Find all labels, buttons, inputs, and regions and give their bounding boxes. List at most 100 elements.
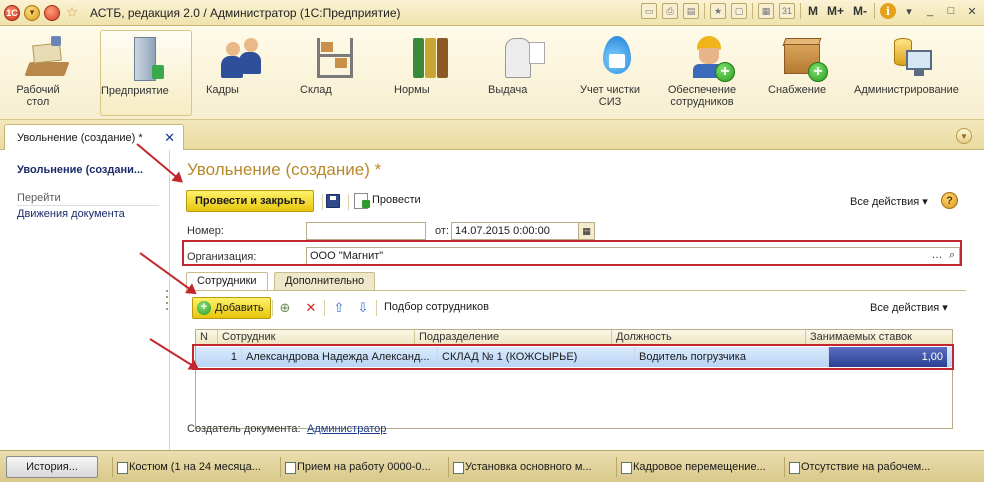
worker-add-icon: + [687,34,735,82]
toolbar-separator [874,3,875,19]
cleaning-icon [593,34,641,82]
toolbar-separator [272,300,273,316]
main-menu-icon[interactable]: ▾ [24,4,40,21]
history-button[interactable]: История... [6,456,98,478]
nav-group-goto: Перейти [17,192,159,206]
history-item[interactable]: Установка основного м... [448,457,608,477]
section-label: Выдача [488,84,528,96]
post-button[interactable]: Провести [372,194,421,206]
history-bar: История... Костюм (1 на 24 месяца... При… [0,450,984,482]
favorites-star-icon[interactable]: ☆ [64,4,80,21]
history-item[interactable]: Отсутствие на рабочем... [784,457,978,477]
toolbar-separator [348,194,349,210]
highlight-frame-organization [182,240,962,266]
column-header[interactable]: Должность [612,330,806,345]
panel-resize-handle[interactable] [166,290,170,314]
minimize-icon[interactable]: _ [922,4,938,18]
history-item[interactable]: Костюм (1 на 24 месяца... [112,457,272,477]
history-item[interactable]: Прием на работу 0000-0... [280,457,440,477]
maximize-icon[interactable]: □ [943,4,959,18]
section-supply-staff[interactable]: + Обеспечение сотрудников [666,30,756,116]
desktop-icon [23,34,71,82]
all-actions-menu[interactable]: Все действия ▾ [850,195,928,208]
section-hr[interactable]: Кадры [206,30,276,116]
section-enterprise[interactable]: Предприятие [100,30,192,116]
open-windows-bar: Увольнение (создание) * ✕ ▼ [0,120,984,150]
memory-plus-button[interactable]: M+ [825,4,846,18]
toolbar-separator [376,300,377,316]
copy-row-icon[interactable]: ⊕ [277,300,293,316]
info-dropdown-icon[interactable]: ▾ [901,4,917,18]
print-icon[interactable]: ⎙ [661,3,678,19]
nav-link-document-movements[interactable]: Движения документа [17,208,125,220]
highlight-frame-row [192,344,954,370]
table-all-actions-menu[interactable]: Все действия ▾ [870,301,948,314]
star-arrow-icon[interactable]: ★ [709,3,726,19]
section-procurement[interactable]: + Снабжение [768,30,840,116]
section-label: Нормы [394,84,430,96]
tab-additional[interactable]: Дополнительно [274,272,376,290]
form-navigation-panel: Увольнение (создани... Перейти Движения … [0,150,170,450]
history-item[interactable]: Кадровое перемещение... [616,457,776,477]
section-cleaning[interactable]: Учет чистки СИЗ [574,30,660,116]
calculator-icon[interactable]: ▦ [757,3,774,19]
column-header[interactable]: Подразделение [415,330,612,345]
app-logo-icon[interactable]: 1С [4,4,20,21]
document-form: Увольнение (создание) * Провести и закры… [170,150,984,450]
admin-icon [888,34,936,82]
section-label: Снабжение [768,84,827,96]
pick-employees-button[interactable]: Подбор сотрудников [384,301,489,313]
post-and-close-button[interactable]: Провести и закрыть [186,190,315,212]
date-value: 14.07.2015 0:00:00 [455,225,550,237]
section-label: Предприятие [101,85,169,97]
close-app-icon[interactable] [44,4,60,21]
calendar-picker-icon[interactable]: ▦ [578,223,594,239]
section-administration[interactable]: Администрирование [854,30,970,116]
column-header[interactable]: Сотрудник [218,330,415,345]
info-icon[interactable]: i [880,3,896,19]
toolbar-separator [703,3,705,19]
all-actions-label: Все действия [870,302,940,314]
section-issue[interactable]: Выдача [488,30,558,116]
title-bar: 1С ▾ ☆ АСТБ, редакция 2.0 / Администрато… [0,0,984,26]
issue-icon [499,34,547,82]
memory-button[interactable]: M [806,4,820,18]
section-desktop[interactable]: Рабочий стол [14,30,80,116]
section-norms[interactable]: Нормы [394,30,464,116]
date-field[interactable]: 14.07.2015 0:00:00 [451,222,595,240]
close-window-icon[interactable]: ✕ [964,4,980,18]
section-label: Рабочий стол [16,84,60,108]
tab-label: Увольнение (создание) * [17,131,143,144]
close-tab-icon[interactable]: ✕ [164,130,175,146]
save-icon[interactable] [326,194,340,208]
nav-current-form[interactable]: Увольнение (создани... [17,164,143,176]
document-icon[interactable]: ▢ [730,3,747,19]
column-header[interactable]: N [196,330,218,345]
chevron-down-icon[interactable]: ▼ [956,128,972,144]
table-header: N Сотрудник Подразделение Должность Зани… [196,330,952,345]
calendar-icon[interactable]: 31 [778,3,795,19]
add-label: Добавить [215,302,264,314]
number-field[interactable] [306,222,426,240]
toolbar-separator [322,194,323,210]
memory-minus-button[interactable]: M- [851,4,869,18]
move-down-icon[interactable]: ⇩ [355,300,371,316]
post-document-icon [354,193,370,209]
save-toolbar-icon[interactable]: ▭ [640,3,657,19]
building-icon [122,35,170,83]
creator-label: Создатель документа: [187,423,301,435]
move-up-icon[interactable]: ⇧ [331,300,347,316]
people-icon [217,34,265,82]
add-button[interactable]: + Добавить [192,297,271,319]
section-warehouse[interactable]: Склад [300,30,370,116]
page-title: Увольнение (создание) * [187,160,382,179]
number-label: Номер: [187,225,224,237]
creator-link[interactable]: Администратор [307,423,386,435]
tab-dismissal[interactable]: Увольнение (создание) * ✕ [4,124,184,150]
delete-row-icon[interactable]: ✕ [303,300,319,316]
all-actions-label: Все действия [850,196,920,208]
column-header[interactable]: Занимаемых ставок [806,330,952,345]
preview-icon[interactable]: ▤ [682,3,699,19]
toolbar-separator [799,3,801,19]
help-icon[interactable]: ? [941,192,958,209]
